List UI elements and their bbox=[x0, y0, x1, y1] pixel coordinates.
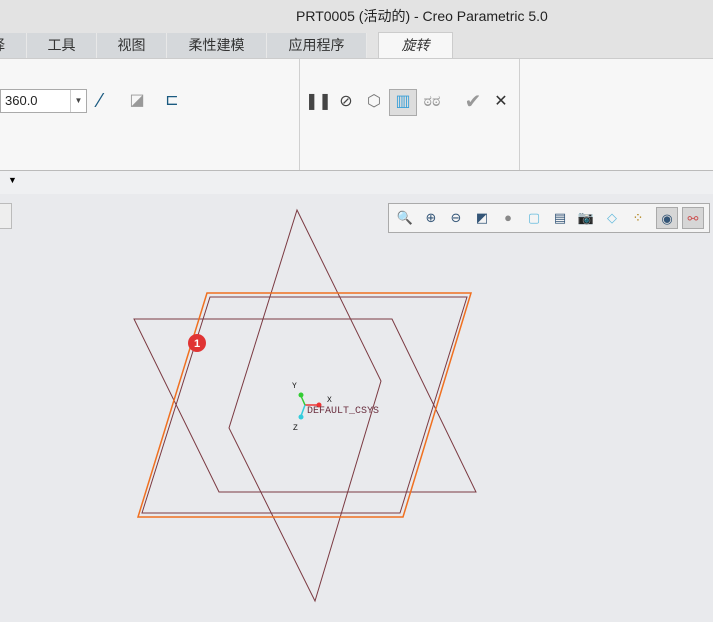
tab-applications[interactable]: 应用程序 bbox=[267, 33, 367, 58]
csys-label[interactable]: DEFAULT_CSYS bbox=[307, 406, 379, 417]
tab-tools[interactable]: 工具 bbox=[27, 33, 97, 58]
dropdown-icon[interactable]: ▼ bbox=[8, 175, 17, 185]
tab-flexible-modeling[interactable]: 柔性建模 bbox=[167, 33, 267, 58]
remove-material-icon[interactable]: ◪ bbox=[125, 89, 149, 113]
tab-view[interactable]: 视图 bbox=[97, 33, 167, 58]
no-preview-icon[interactable]: ⊘ bbox=[334, 90, 358, 114]
feature-preview-icon[interactable]: ▥ bbox=[389, 89, 417, 116]
chevron-down-icon[interactable]: ▼ bbox=[70, 90, 86, 112]
model-tree-strip: ▼ bbox=[0, 170, 713, 194]
thicken-icon[interactable]: ⊏ bbox=[160, 89, 184, 113]
geometry-preview-icon[interactable]: ⬡ bbox=[362, 90, 386, 114]
ribbon: 360.0 ▼ ⁄ ◪ ⊏ ❚❚ ⊘ ⬡ ▥ ಠಠ ✔ ✕ bbox=[0, 58, 713, 229]
title-bar: PRT0005 (活动的) - Creo Parametric 5.0 bbox=[0, 0, 713, 32]
x-axis-label: X bbox=[327, 396, 332, 405]
window-title: PRT0005 (活动的) - Creo Parametric 5.0 bbox=[296, 8, 548, 24]
cancel-x-icon[interactable]: ✕ bbox=[489, 90, 513, 114]
ribbon-tabs: 择 工具 视图 柔性建模 应用程序 旋转 bbox=[0, 32, 713, 58]
pause-icon[interactable]: ❚❚ bbox=[305, 90, 332, 114]
tab-select[interactable]: 择 bbox=[0, 33, 27, 58]
z-axis bbox=[300, 404, 306, 417]
ok-check-icon[interactable]: ✔ bbox=[461, 90, 485, 114]
angle-value: 360.0 bbox=[5, 93, 38, 108]
angle-input[interactable]: 360.0 ▼ bbox=[0, 89, 87, 113]
step-badge-number: 1 bbox=[194, 338, 200, 350]
verify-glasses-icon[interactable]: ಠಠ bbox=[420, 90, 444, 114]
graphics-canvas[interactable]: X Y Z DEFAULT_CSYS 1 bbox=[0, 195, 713, 622]
tab-revolve[interactable]: 旋转 bbox=[378, 32, 453, 58]
flip-direction-icon[interactable]: ⁄ bbox=[88, 89, 112, 113]
z-axis-label: Z bbox=[293, 424, 298, 433]
y-axis-label: Y bbox=[292, 382, 297, 391]
